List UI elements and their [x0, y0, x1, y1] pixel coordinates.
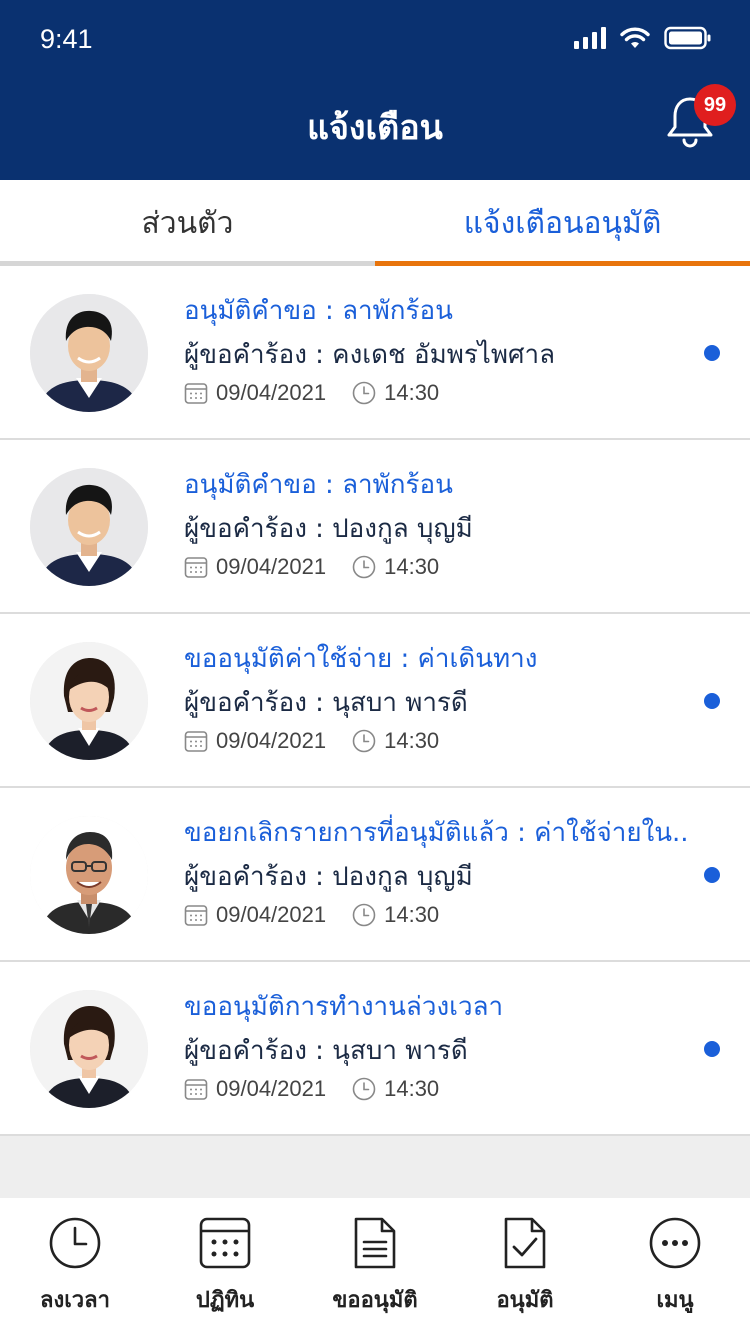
nav-label: เมนู [656, 1288, 694, 1313]
requester-name: ผู้ขอคำร้อง : นุสบา พารดี [184, 688, 468, 718]
notification-date: 09/04/2021 [216, 728, 327, 753]
nav-menu[interactable]: เมนู [600, 1198, 750, 1334]
notification-date: 09/04/2021 [216, 554, 327, 579]
notification-item[interactable]: ขอยกเลิกรายการที่อนุมัติแล้ว : ค่าใช้จ่า… [0, 788, 750, 962]
unread-indicator [704, 693, 720, 709]
requester-name: ผู้ขอคำร้อง : คงเดช อัมพรไพศาล [184, 340, 556, 370]
tab-bar: ส่วนตัว แจ้งเตือนอนุมัติ [0, 180, 750, 266]
nav-label: อนุมัติ [496, 1288, 554, 1313]
calendar-icon [184, 1079, 208, 1100]
clock-icon [352, 903, 376, 927]
unread-indicator [704, 1041, 720, 1057]
notification-meta: 09/04/2021 14:30 [184, 902, 439, 928]
status-time: 9:41 [40, 24, 93, 54]
notification-list: อนุมัติคำขอ : ลาพักร้อน ผู้ขอคำร้อง : คง… [0, 266, 750, 1136]
requester-name: ผู้ขอคำร้อง : ปองกูล บุญมี [184, 514, 473, 544]
battery-icon [664, 26, 711, 50]
tab-approval-notifications[interactable]: แจ้งเตือนอนุมัติ [375, 180, 750, 266]
notification-meta: 09/04/2021 14:30 [184, 728, 439, 754]
notification-title: อนุมัติคำขอ : ลาพักร้อน [184, 296, 453, 326]
unread-indicator [704, 867, 720, 883]
status-icons [574, 26, 712, 50]
bottom-navigation: ลงเวลา ปฏิทิน ขออนุมัติ อนุมัติ เมนู [0, 1198, 750, 1334]
approve-document-icon [504, 1217, 546, 1269]
notification-item[interactable]: ขออนุมัติการทำงานล่วงเวลา ผู้ขอคำร้อง : … [0, 962, 750, 1136]
notification-title: ขออนุมัติค่าใช้จ่าย : ค่าเดินทาง [184, 644, 538, 674]
notification-date: 09/04/2021 [216, 902, 327, 927]
notification-time: 14:30 [384, 1076, 440, 1101]
calendar-icon [184, 731, 208, 752]
app-header: 9:41 แจ้งเตือน 99 [0, 0, 750, 180]
nav-label: ลงเวลา [40, 1288, 110, 1313]
notification-title: อนุมัติคำขอ : ลาพักร้อน [184, 470, 453, 500]
notification-time: 14:30 [384, 902, 440, 927]
notification-time: 14:30 [384, 554, 440, 579]
clock-icon [352, 1077, 376, 1101]
nav-approve[interactable]: อนุมัติ [450, 1198, 600, 1334]
requester-name: ผู้ขอคำร้อง : นุสบา พารดี [184, 1036, 468, 1066]
calendar-icon [199, 1217, 251, 1269]
page-title: แจ้งเตือน [307, 108, 443, 148]
clock-icon [49, 1217, 101, 1269]
nav-clock-in[interactable]: ลงเวลา [0, 1198, 150, 1334]
notification-count-badge: 99 [694, 84, 736, 126]
document-icon [354, 1217, 396, 1269]
notification-meta: 09/04/2021 14:30 [184, 554, 439, 580]
more-icon [649, 1217, 701, 1269]
notification-item[interactable]: ขออนุมัติค่าใช้จ่าย : ค่าเดินทาง ผู้ขอคำ… [0, 614, 750, 788]
notification-date: 09/04/2021 [216, 380, 327, 405]
calendar-icon [184, 905, 208, 926]
notification-meta: 09/04/2021 14:30 [184, 380, 439, 406]
clock-icon [352, 555, 376, 579]
older-man-avatar [30, 816, 148, 934]
clock-icon [352, 729, 376, 753]
young-man-avatar [30, 468, 148, 586]
calendar-icon [184, 557, 208, 578]
cellular-signal-icon [574, 27, 606, 49]
requester-name: ผู้ขอคำร้อง : ปองกูล บุญมี [184, 862, 473, 892]
unread-indicator [704, 345, 720, 361]
nav-label: ขออนุมัติ [332, 1288, 418, 1313]
notification-item[interactable]: อนุมัติคำขอ : ลาพักร้อน ผู้ขอคำร้อง : คง… [0, 266, 750, 440]
clock-icon [352, 381, 376, 405]
woman-avatar [30, 642, 148, 760]
notification-title: ขออนุมัติการทำงานล่วงเวลา [184, 992, 504, 1022]
notification-date: 09/04/2021 [216, 1076, 327, 1101]
wifi-icon [620, 27, 650, 48]
nav-label: ปฏิทิน [195, 1288, 255, 1313]
tab-personal[interactable]: ส่วนตัว [0, 180, 375, 266]
notification-time: 14:30 [384, 380, 440, 405]
nav-request-approval[interactable]: ขออนุมัติ [300, 1198, 450, 1334]
notification-title: ขอยกเลิกรายการที่อนุมัติแล้ว : ค่าใช้จ่า… [184, 818, 689, 848]
calendar-icon [184, 383, 208, 404]
notification-item[interactable]: อนุมัติคำขอ : ลาพักร้อน ผู้ขอคำร้อง : ปอ… [0, 440, 750, 614]
nav-calendar[interactable]: ปฏิทิน [150, 1198, 300, 1334]
woman-avatar [30, 990, 148, 1108]
young-man-avatar [30, 294, 148, 412]
notification-meta: 09/04/2021 14:30 [184, 1076, 439, 1102]
notification-time: 14:30 [384, 728, 440, 753]
